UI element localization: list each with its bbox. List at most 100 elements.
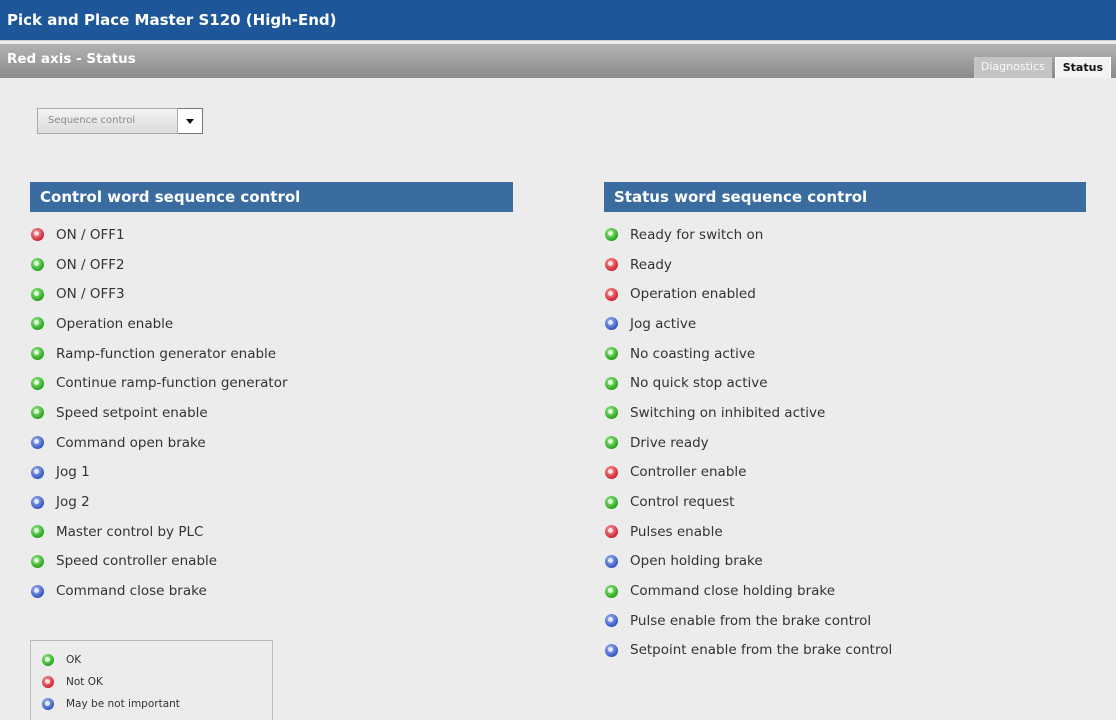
list-item-label: No coasting active [630,345,756,362]
status-led-icon [605,554,618,568]
list-item-label: Ramp-function generator enable [56,345,277,362]
list-item: Setpoint enable from the brake control [604,636,1086,666]
list-item-label: Operation enabled [630,286,756,303]
view-select[interactable]: Sequence control [37,108,203,134]
list-item-label: Speed controller enable [56,553,218,570]
list-item: ON / OFF1 [30,220,513,250]
status-led-icon [605,317,618,331]
status-led-icon [605,376,618,390]
list-item: Ready [604,250,1086,280]
control-word-list: ON / OFF1 ON / OFF2 ON / OFF3 Operation ena… [30,220,513,606]
status-led-icon [605,287,618,301]
list-item: Jog 1 [30,458,513,488]
list-item: No coasting active [604,339,1086,369]
list-item-label: Jog active [630,315,697,332]
status-led-icon [31,228,44,242]
list-item-label: Not OK [66,676,103,688]
status-led-icon [42,676,54,688]
view-select-value[interactable]: Sequence control [37,108,178,134]
app-title: Pick and Place Master S120 (High-End) [7,11,337,29]
status-led-icon [605,614,618,628]
list-item: Drive ready [604,428,1086,458]
list-item: Operation enable [30,309,513,339]
list-item: Switching on inhibited active [604,398,1086,428]
status-led-icon [31,584,44,598]
status-led-icon [31,525,44,539]
status-led-icon [31,376,44,390]
list-item: Pulses enable [604,517,1086,547]
list-item-label: ON / OFF3 [56,286,125,303]
list-item: May be not important [41,693,272,715]
status-led-icon [31,436,44,450]
status-led-icon [605,643,618,657]
status-led-icon [605,347,618,361]
list-item: OK [41,649,272,671]
status-word-panel: Status word sequence control Ready for s… [604,182,1086,665]
list-item-label: Jog 1 [56,464,90,481]
list-item-label: Controller enable [630,464,747,481]
list-item-label: Command open brake [56,434,206,451]
tab-status[interactable]: Status [1054,57,1111,78]
list-item-label: Operation enable [56,315,174,332]
list-item-label: Control request [630,494,735,511]
chevron-down-icon [186,118,194,124]
tab-diagnostics[interactable]: Diagnostics [973,57,1052,78]
list-item: Continue ramp-function generator [30,368,513,398]
list-item-label: Jog 2 [56,494,90,511]
status-word-list: Ready for switch on Ready Operation enable… [604,220,1086,665]
list-item: Controller enable [604,458,1086,488]
list-item-label: Setpoint enable from the brake control [630,642,893,659]
status-led-icon [605,228,618,242]
list-item-label: ON / OFF1 [56,226,125,243]
list-item-label: ON / OFF2 [56,256,125,273]
status-led-icon [42,698,54,710]
list-item-label: Ready [630,256,672,273]
status-word-header: Status word sequence control [604,182,1086,212]
list-item-label: Switching on inhibited active [630,404,826,421]
list-item-label: Pulses enable [630,523,723,540]
list-item-label: May be not important [66,698,180,710]
list-item-label: Command close brake [56,583,207,600]
list-item: ON / OFF2 [30,250,513,280]
status-led-icon [31,465,44,479]
status-led-icon [42,654,54,666]
list-item: Ready for switch on [604,220,1086,250]
list-item-label: Master control by PLC [56,523,204,540]
list-item-label: No quick stop active [630,375,768,392]
status-led-icon [605,495,618,509]
list-item: Jog active [604,309,1086,339]
status-led-icon [605,436,618,450]
list-item: Speed setpoint enable [30,398,513,428]
status-led-icon [31,406,44,420]
status-led-icon [605,406,618,420]
status-led-icon [31,258,44,272]
list-item-label: Continue ramp-function generator [56,375,288,392]
status-led-icon [605,465,618,479]
status-led-icon [605,258,618,272]
list-item-label: Open holding brake [630,553,763,570]
list-item: No quick stop active [604,368,1086,398]
list-item: Command open brake [30,428,513,458]
list-item: ON / OFF3 [30,279,513,309]
status-led-icon [31,495,44,509]
list-item: Not OK [41,671,272,693]
view-select-button[interactable] [178,108,203,134]
page-title: Red axis - Status [7,51,136,67]
list-item: Jog 2 [30,487,513,517]
status-led-icon [605,525,618,539]
list-item-label: OK [66,654,82,666]
control-word-panel: Control word sequence control ON / OFF1 O… [30,182,513,606]
list-item: Pulse enable from the brake control [604,606,1086,636]
control-word-header: Control word sequence control [30,182,513,212]
list-item: Open holding brake [604,547,1086,577]
list-item: Speed controller enable [30,547,513,577]
status-led-icon [31,317,44,331]
list-item-label: Ready for switch on [630,226,764,243]
list-item: Ramp-function generator enable [30,339,513,369]
list-item: Control request [604,487,1086,517]
list-item: Command close holding brake [604,576,1086,606]
list-item-label: Command close holding brake [630,583,836,600]
status-led-icon [31,554,44,568]
list-item: Operation enabled [604,279,1086,309]
status-led-icon [31,287,44,301]
